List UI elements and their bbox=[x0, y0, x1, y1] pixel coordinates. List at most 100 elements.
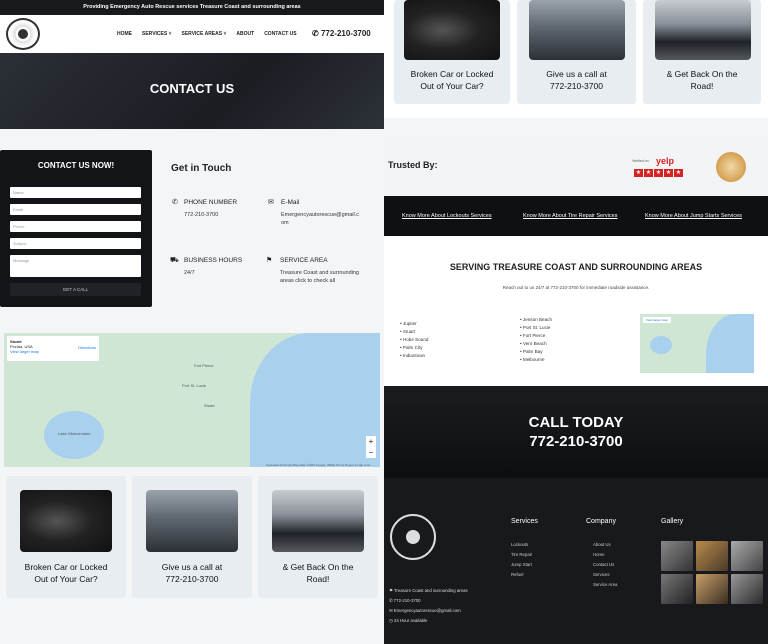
list-item: Jenson Beach bbox=[520, 316, 552, 324]
footer-hours: ◷ 24 Hour available bbox=[389, 618, 428, 623]
service-card-call: Give us a call at 772-210-3700 bbox=[132, 476, 252, 598]
service-card-road: & Get Back On the Road! bbox=[643, 0, 761, 104]
hours-value: 24/7 bbox=[184, 270, 195, 276]
service-area-map[interactable]: View larger map bbox=[640, 314, 754, 373]
email-value[interactable]: Emergencyautorescue@gmail.c om bbox=[281, 211, 359, 227]
list-item: Indiantown bbox=[400, 352, 428, 360]
name-input[interactable]: Name bbox=[10, 187, 141, 198]
nav-contact[interactable]: CONTACT US bbox=[264, 31, 296, 37]
footer-link[interactable]: Jump Start bbox=[511, 560, 532, 570]
card-image-car bbox=[272, 490, 364, 552]
email-input[interactable]: Email bbox=[10, 204, 141, 215]
gallery-thumb[interactable] bbox=[661, 574, 693, 604]
hero-banner: CONTACT US bbox=[0, 53, 384, 129]
footer-link[interactable]: Lockouts bbox=[511, 540, 532, 550]
list-item: Jupiter bbox=[400, 320, 428, 328]
phone-icon: ✆ bbox=[172, 199, 178, 206]
subject-input[interactable]: Subject bbox=[10, 238, 141, 249]
view-larger-map-link[interactable]: View larger map bbox=[643, 317, 671, 323]
phone-heading: PHONE NUMBER bbox=[184, 199, 238, 206]
card-line: Out of Your Car? bbox=[34, 574, 98, 584]
embedded-map[interactable]: Lake Okeechobee Port St. Lucie Fort Pier… bbox=[4, 333, 380, 467]
footer-company-list: About Us Home Contact Us Services Servic… bbox=[593, 540, 617, 590]
gallery-thumb[interactable] bbox=[731, 574, 763, 604]
gallery-thumb[interactable] bbox=[661, 541, 693, 571]
award-seal-icon bbox=[716, 152, 746, 182]
email-icon: ✉ bbox=[268, 199, 274, 206]
section-title: Get in Touch bbox=[171, 163, 232, 174]
zoom-in-button[interactable]: + bbox=[366, 436, 376, 447]
trusted-title: Trusted By: bbox=[388, 160, 438, 170]
footer-link[interactable]: Services bbox=[593, 570, 617, 580]
city-list-2: Jenson Beach Port St. Lucie Fort Pierce … bbox=[520, 316, 552, 364]
nav-home[interactable]: HOME bbox=[117, 31, 132, 37]
truck-icon: ⛟ bbox=[170, 257, 179, 264]
card-image-car bbox=[146, 490, 238, 552]
directions-link[interactable]: Directions bbox=[78, 345, 96, 350]
map-label-city: Port St. Lucie bbox=[182, 383, 207, 388]
footer-phone[interactable]: ✆ 772-210-3700 bbox=[389, 598, 421, 604]
footer-link[interactable]: About Us bbox=[593, 540, 617, 550]
site-header: HOME SERVICES ˅ SERVICE AREAS ˅ ABOUT CO… bbox=[0, 15, 384, 53]
call-title: CALL TODAY bbox=[528, 414, 624, 431]
gallery-grid bbox=[661, 541, 763, 604]
zoom-controls: + − bbox=[366, 436, 376, 458]
footer-address: ⚑ Treasure Coast and surrounding areas bbox=[389, 588, 468, 593]
message-textarea[interactable]: Message bbox=[10, 255, 141, 277]
gallery-thumb[interactable] bbox=[731, 541, 763, 571]
star-icon: ★ bbox=[674, 169, 683, 177]
call-today-banner: CALL TODAY 772-210-3700 bbox=[384, 386, 768, 478]
nav-about[interactable]: ABOUT bbox=[236, 31, 254, 37]
card-line: Road! bbox=[690, 81, 714, 91]
gallery-heading: Gallery bbox=[661, 518, 684, 525]
main-nav: HOME SERVICES ˅ SERVICE AREAS ˅ ABOUT CO… bbox=[117, 31, 297, 37]
view-larger-map-link[interactable]: View larger map bbox=[10, 349, 39, 354]
get-a-call-button[interactable]: GET A CALL bbox=[10, 283, 141, 296]
phone-value[interactable]: 772-210-3700 bbox=[184, 211, 218, 219]
footer-link[interactable]: Home bbox=[593, 550, 617, 560]
list-item: Melbourne bbox=[520, 356, 552, 364]
services-heading: Services bbox=[511, 518, 538, 525]
header-phone[interactable]: ✆ 772-210-3700 bbox=[312, 29, 371, 38]
star-icon: ★ bbox=[654, 169, 663, 177]
gallery-thumb[interactable] bbox=[696, 574, 728, 604]
phone-input[interactable]: Phone bbox=[10, 221, 141, 232]
star-icon: ★ bbox=[644, 169, 653, 177]
list-item: Palm City bbox=[400, 344, 428, 352]
nav-service-areas[interactable]: SERVICE AREAS ˅ bbox=[182, 31, 227, 37]
area-value[interactable]: Treasure Coast and surrounding areas clic… bbox=[280, 269, 359, 285]
form-title: CONTACT US NOW! bbox=[37, 161, 115, 170]
top-announcement-bar: Providing Emergency Auto Rescue services… bbox=[0, 0, 384, 15]
email-heading: E-Mail bbox=[281, 199, 300, 206]
footer-link[interactable]: Tire Repair bbox=[511, 550, 532, 560]
card-line: Out of Your Car? bbox=[420, 81, 484, 91]
jump-starts-link[interactable]: Know More About Jump Starts Services bbox=[645, 213, 742, 219]
card-phone[interactable]: 772-210-3700 bbox=[166, 574, 219, 584]
card-line: Road! bbox=[306, 574, 330, 584]
gallery-thumb[interactable] bbox=[696, 541, 728, 571]
zoom-out-button[interactable]: − bbox=[366, 447, 376, 458]
nav-services[interactable]: SERVICES ˅ bbox=[142, 31, 172, 37]
lake-area bbox=[650, 336, 672, 354]
footer-email[interactable]: ✉ Emergencyautorescue@gmail.com bbox=[389, 608, 461, 614]
service-links-bar: Know More About Lockouts Services Know M… bbox=[384, 196, 768, 236]
service-card-lockout: Broken Car or Locked Out of Your Car? bbox=[394, 0, 510, 104]
card-image-keys bbox=[20, 490, 112, 552]
map-pin-icon: ⚑ bbox=[266, 257, 273, 264]
phone-icon: ✆ bbox=[312, 29, 321, 38]
footer-link[interactable]: Refuel bbox=[511, 570, 532, 580]
star-icon: ★ bbox=[634, 169, 643, 177]
site-logo[interactable] bbox=[6, 18, 40, 50]
yelp-small-text: Verified on bbox=[632, 159, 649, 163]
map-attribution: Keyboard shortcuts Map data ©2024 Google… bbox=[266, 463, 371, 467]
tire-repair-link[interactable]: Know More About Tire Repair Services bbox=[523, 213, 617, 219]
call-phone[interactable]: 772-210-3700 bbox=[384, 433, 768, 450]
card-line: Broken Car or Locked bbox=[24, 562, 108, 572]
footer-logo[interactable] bbox=[390, 514, 436, 560]
yelp-badge[interactable]: Verified on yelp ★ ★ ★ ★ ★ bbox=[632, 156, 684, 178]
footer-link[interactable]: Contact Us bbox=[593, 560, 617, 570]
footer-link[interactable]: Service Area bbox=[593, 580, 617, 590]
card-phone[interactable]: 772-210-3700 bbox=[550, 81, 603, 91]
lockouts-link[interactable]: Know More About Lockouts Services bbox=[402, 213, 492, 219]
list-item: Vero Beach bbox=[520, 340, 552, 348]
